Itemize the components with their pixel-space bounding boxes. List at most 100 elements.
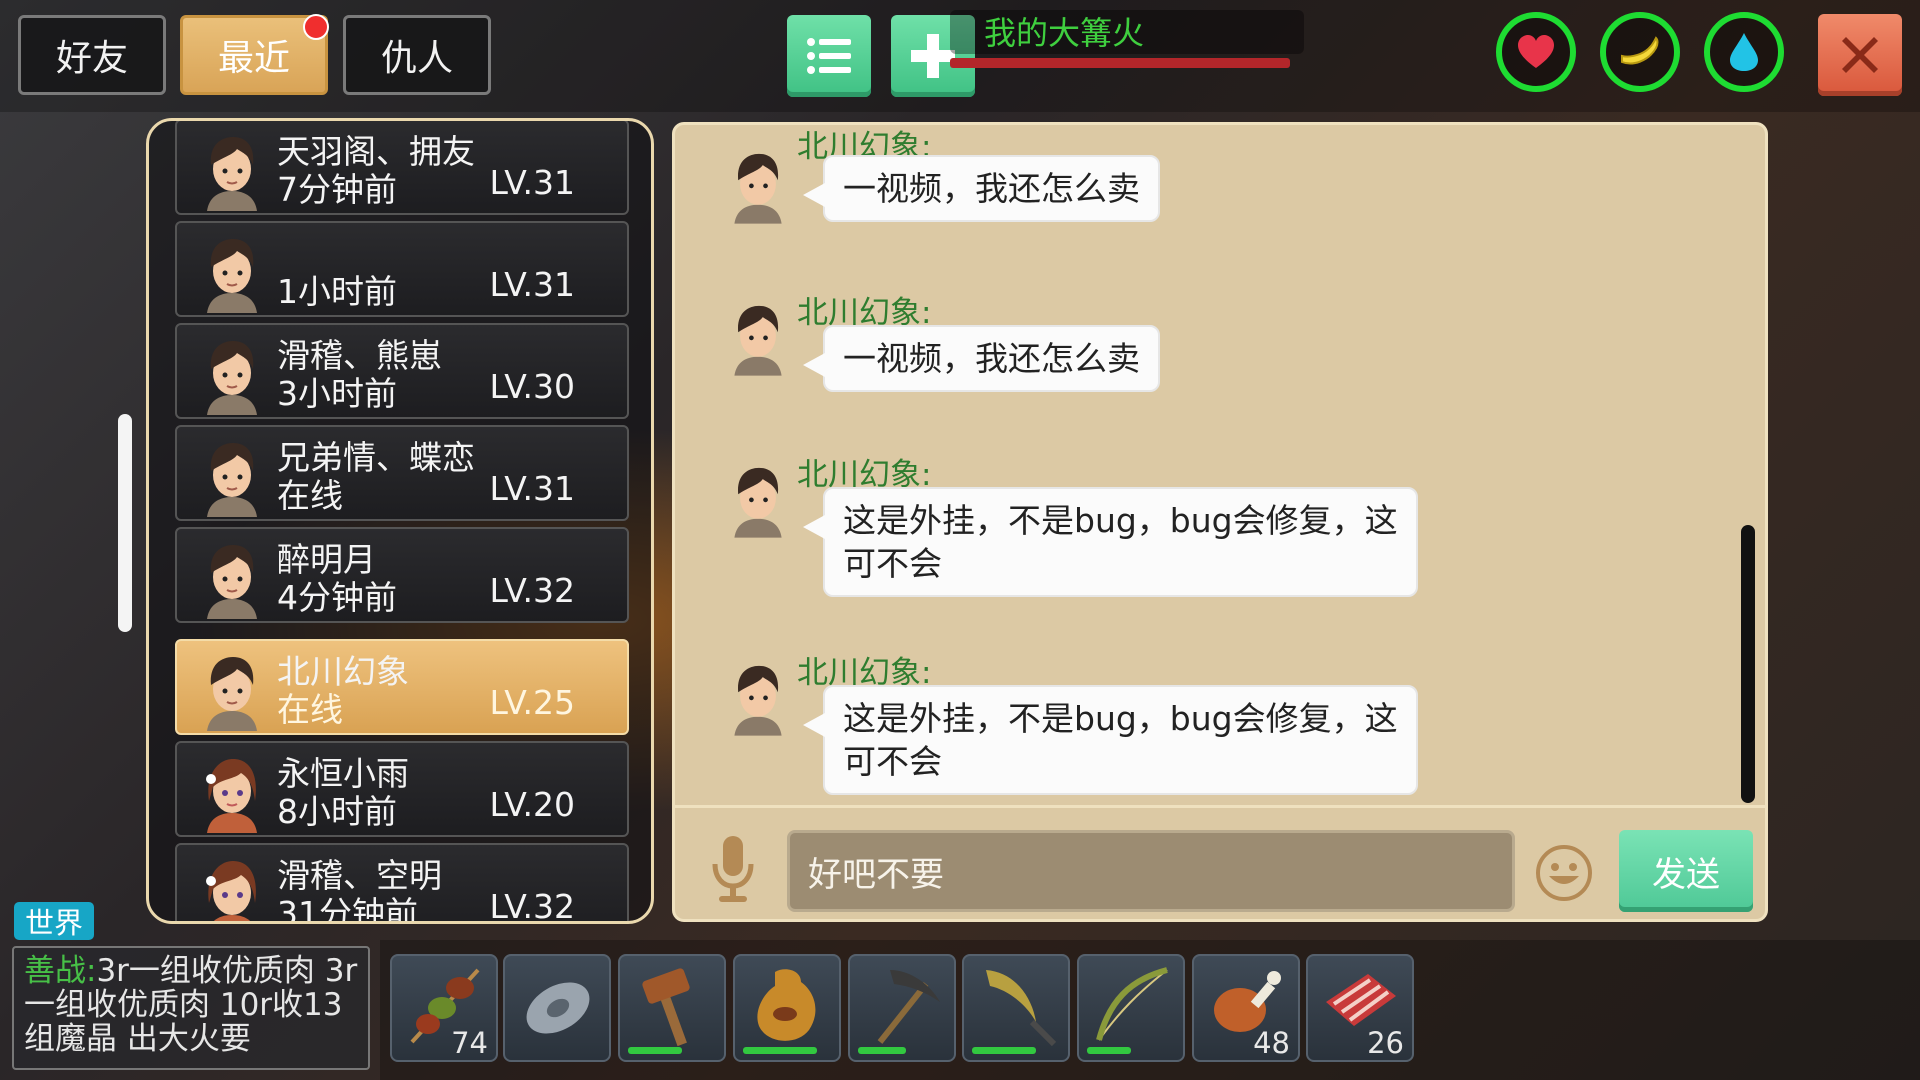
chat-input-bar: 好吧不要 发送 [675,805,1765,919]
message-bubble: 一视频，我还怎么卖 [803,325,1160,392]
friend-level: LV.30 [489,367,575,406]
female-avatar-icon [206,861,256,921]
male-avatar-icon [207,657,257,731]
tab-friends[interactable]: 好友 [18,15,166,95]
tab-label: 仇人 [380,38,453,79]
friend-level: LV.32 [489,887,575,924]
hotbar-slot[interactable]: 48 [1192,954,1300,1062]
hotbar-slot[interactable] [848,954,956,1062]
pickaxe-icon [877,970,940,1044]
durability-bar [858,1047,906,1054]
world-chat-sender: 善战 [24,953,86,989]
message-text-line: 一视频，我还怎么卖 [843,169,1140,208]
notification-badge [303,14,329,40]
female-avatar-icon [206,759,257,833]
male-avatar-icon [207,545,257,619]
friend-row[interactable]: 永恒小雨 8小时前 LV.20 [175,741,629,837]
world-channel-tag[interactable]: 世界 [14,902,94,940]
message-text-line: 这是外挂，不是bug，bug会修复，这 [843,501,1398,540]
friend-status: 在线 [277,476,343,515]
male-avatar-icon [207,137,257,211]
friend-level: LV.31 [489,163,575,202]
world-name: 我的大篝火 [984,14,1145,52]
friend-status: 31分钟前 [277,894,418,924]
hunger-status [1600,12,1680,92]
male-avatar-icon [734,665,782,736]
message-text-line: 一视频，我还怎么卖 [843,339,1140,378]
send-button[interactable]: 发送 [1619,830,1753,912]
hotbar-slot[interactable] [618,954,726,1062]
item-count: 48 [1253,1026,1290,1060]
close-icon [1842,37,1878,73]
message-bubble: 一视频，我还怎么卖 [803,155,1160,222]
health-status [1496,12,1576,92]
hotbar-slot[interactable] [962,954,1070,1062]
friend-row[interactable]: 滑稽、熊崽 3小时前 LV.30 [175,323,629,419]
friend-status: 1小时前 [277,272,397,311]
hotbar-slot[interactable] [733,954,841,1062]
friend-row-selected[interactable]: 北川幻象 在线 LV.25 [175,639,629,735]
durability-bar [743,1047,817,1054]
durability-bar [628,1047,682,1054]
friend-row[interactable]: 天羽阁、拥友 7分钟前 LV.31 [175,121,629,215]
chat-scrollbar[interactable] [1741,525,1755,803]
thirst-status [1704,12,1784,92]
hotbar-slot[interactable] [1077,954,1185,1062]
list-icon [807,38,851,74]
male-avatar-icon [207,239,257,313]
menu-button[interactable] [787,15,871,97]
stone-disc-icon [526,982,590,1034]
durability-bar [1087,1047,1131,1054]
water-drop-icon [1730,33,1758,71]
close-button[interactable] [1818,14,1902,96]
friend-level: LV.32 [489,571,575,610]
male-avatar-icon [734,467,782,538]
world-chat-box[interactable]: 善战:3r一组收优质肉 3r一组收优质肉 10r收13组魔晶 出大火要 [12,946,370,1070]
sickle-icon [986,970,1057,1047]
friend-row[interactable]: 醉明月 4分钟前 LV.32 [175,527,629,623]
banana-icon [1621,36,1659,65]
smiley-icon[interactable] [1535,844,1593,902]
tab-label: 好友 [55,38,128,79]
durability-bar [972,1047,1036,1054]
friend-row[interactable]: 滑稽、空明 31分钟前 LV.32 [175,843,629,924]
male-avatar-icon [734,305,782,376]
chat-panel: 北川幻象: 一视频，我还怎么卖 北川幻象: 一视频，我还怎么卖 北川幻象: 这是… [672,122,1768,922]
hotbar-slot[interactable]: 26 [1306,954,1414,1062]
message-text-line: 可不会 [843,544,942,583]
friend-list: 天羽阁、拥友 7分钟前 LV.31 1小时前 LV.31 滑稽、熊崽 3小时前 … [146,118,654,924]
friend-level: LV.31 [489,265,575,304]
male-avatar-icon [207,443,257,517]
friend-row[interactable]: 兄弟情、蝶恋 在线 LV.31 [175,425,629,521]
friend-status: 7分钟前 [277,170,397,209]
heart-icon [1518,35,1554,68]
message-text-line: 可不会 [843,742,942,781]
water-pouch-icon [757,969,816,1041]
tab-enemies[interactable]: 仇人 [343,15,491,95]
tab-recent[interactable]: 最近 [180,14,329,95]
item-count: 74 [451,1026,488,1060]
friend-list-scrollbar[interactable] [118,414,132,632]
male-avatar-icon [207,341,257,415]
health-bar [950,58,1290,68]
message-bubble: 这是外挂，不是bug，bug会修复，这 可不会 [803,487,1418,597]
world-chat-separator: : [86,953,97,989]
friend-level: LV.25 [489,683,575,722]
friend-status: 4分钟前 [277,578,397,617]
message-bubble: 这是外挂，不是bug，bug会修复，这 可不会 [803,685,1418,795]
friend-level: LV.20 [489,785,575,824]
hammer-icon [642,968,690,1047]
bow-icon [1096,967,1168,1041]
message-text-line: 这是外挂，不是bug，bug会修复，这 [843,699,1398,738]
top-bar: 好友 最近 仇人 我的大篝火 [0,0,1920,112]
hotbar-slot[interactable] [503,954,611,1062]
friend-status: 3小时前 [277,374,397,413]
friend-status: 在线 [277,690,343,729]
friend-row[interactable]: 1小时前 LV.31 [175,221,629,317]
microphone-icon[interactable] [711,834,755,904]
item-count: 26 [1367,1026,1404,1060]
tab-label: 最近 [217,38,290,79]
chat-input[interactable]: 好吧不要 [787,830,1515,912]
hotbar-slot[interactable]: 74 [390,954,498,1062]
male-avatar-icon [734,153,782,224]
